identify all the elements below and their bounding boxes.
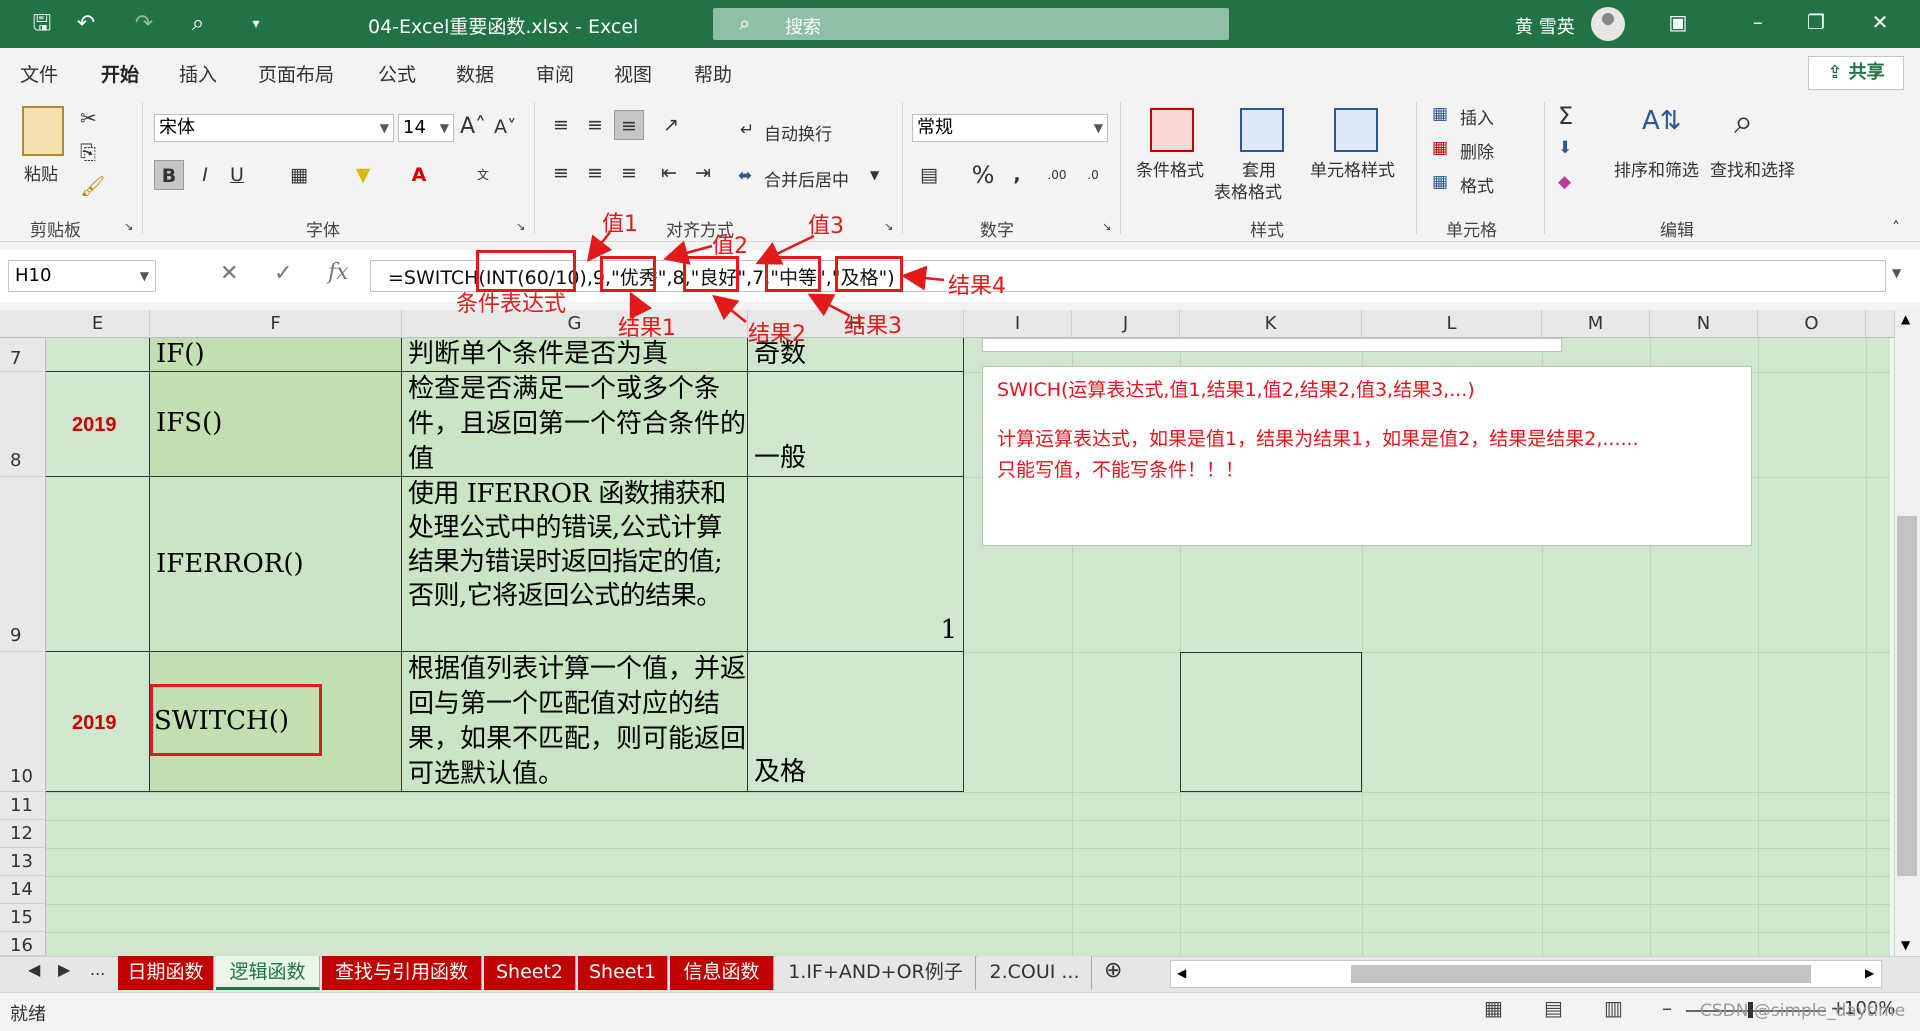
sheet-tab-count[interactable]: 2.COUI ... bbox=[978, 956, 1092, 990]
arrow-result3 bbox=[807, 293, 851, 318]
normal-view-icon[interactable]: ▦ bbox=[1484, 996, 1503, 1020]
sheet-tab-lookup[interactable]: 查找与引用函数 bbox=[322, 956, 482, 990]
zoom-out-icon[interactable]: – bbox=[1662, 996, 1672, 1020]
sheet-tab-info[interactable]: 信息函数 bbox=[670, 956, 774, 990]
status-ready: 就绪 bbox=[10, 1004, 46, 1025]
sheet-tab-if-and-or[interactable]: 1.IF+AND+OR例子 bbox=[776, 956, 976, 990]
annotation-arrows bbox=[586, 231, 945, 323]
sheet-tab-sheet1[interactable]: Sheet1 bbox=[578, 956, 668, 990]
scroll-right-icon[interactable]: ▶ bbox=[1865, 966, 1874, 980]
arrow-value1 bbox=[586, 231, 613, 262]
arrow-value2 bbox=[663, 240, 713, 265]
prev-sheet-icon[interactable]: ◀ bbox=[28, 960, 40, 979]
arrow-result1 bbox=[629, 291, 653, 320]
add-sheet-icon[interactable]: ⊕ bbox=[1104, 958, 1122, 983]
horizontal-scrollbar[interactable]: ◀ ▶ bbox=[1170, 960, 1882, 988]
horizontal-scroll-thumb[interactable] bbox=[1351, 965, 1811, 983]
sheet-tab-date[interactable]: 日期函数 bbox=[118, 956, 214, 990]
page-break-view-icon[interactable]: ▥ bbox=[1604, 996, 1623, 1020]
watermark: CSDN @simple_daytime bbox=[1700, 1001, 1906, 1021]
page-layout-view-icon[interactable]: ▤ bbox=[1544, 996, 1563, 1020]
sheet-tab-logic[interactable]: 逻辑函数 bbox=[216, 956, 320, 990]
more-sheets-icon[interactable]: ... bbox=[90, 960, 105, 979]
arrow-result2 bbox=[712, 294, 747, 323]
status-bar bbox=[0, 992, 1920, 1031]
arrow-value3 bbox=[755, 234, 815, 265]
next-sheet-icon[interactable]: ▶ bbox=[58, 960, 70, 979]
sheet-tab-sheet2[interactable]: Sheet2 bbox=[484, 956, 576, 990]
scroll-left-icon[interactable]: ◀ bbox=[1177, 966, 1186, 980]
arrow-result4 bbox=[901, 265, 945, 291]
